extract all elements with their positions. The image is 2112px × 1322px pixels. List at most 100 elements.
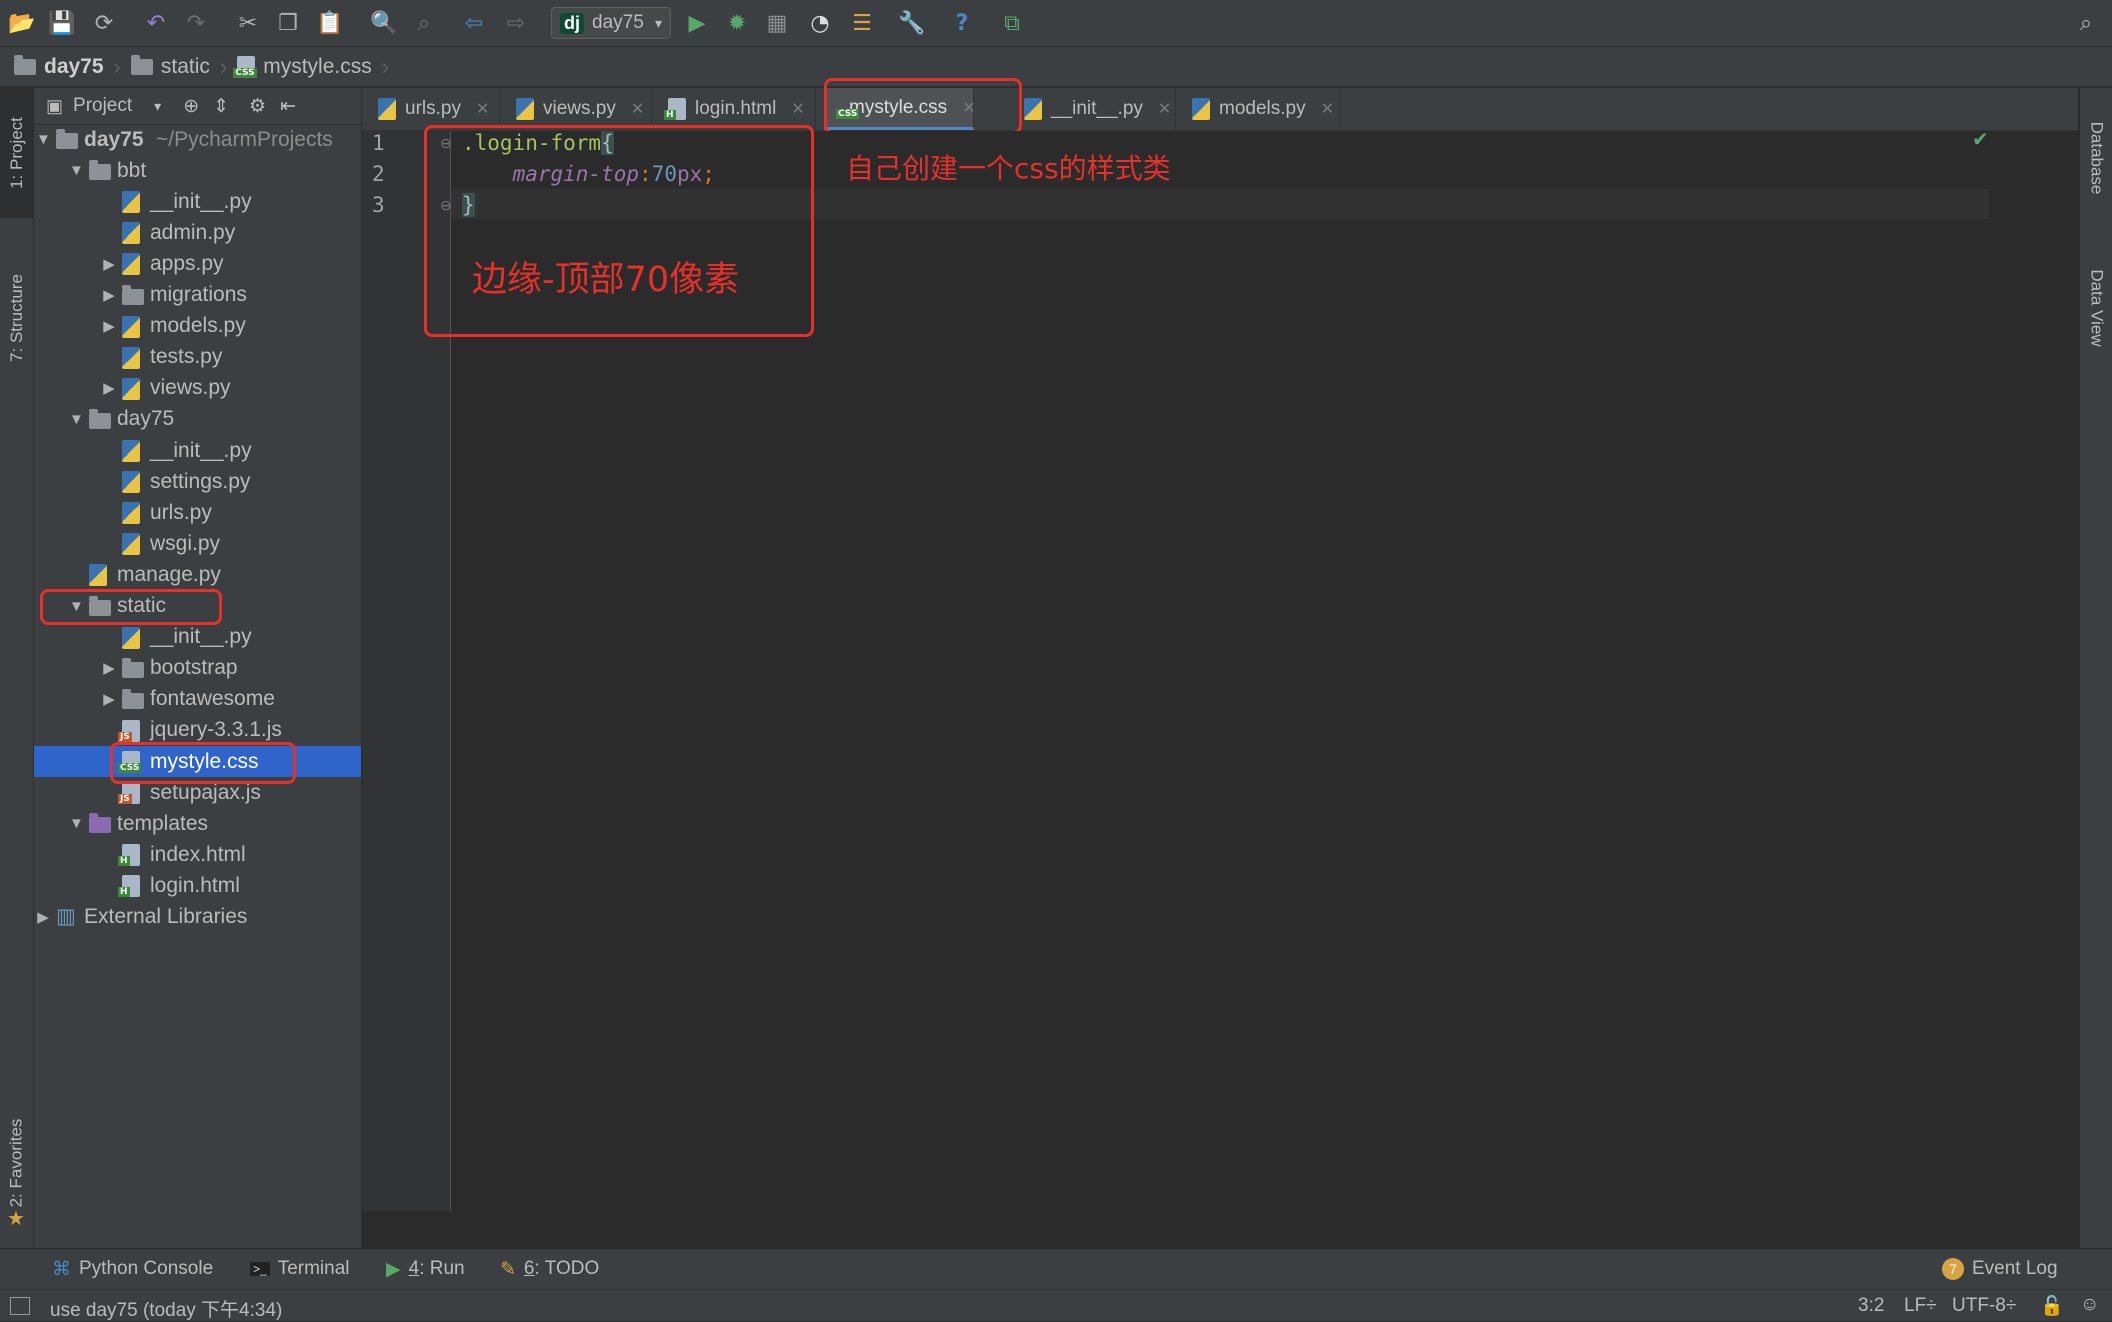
collapse-arrow-icon[interactable]: ▶ bbox=[102, 317, 116, 335]
tree-item[interactable]: ▶ fontawesome bbox=[34, 684, 361, 715]
breadcrumb-item-project[interactable]: day75 bbox=[14, 54, 114, 79]
close-icon[interactable]: ✕ bbox=[791, 99, 804, 119]
save-icon[interactable]: 💾 bbox=[48, 9, 76, 37]
close-icon[interactable]: ✕ bbox=[1158, 99, 1171, 119]
paste-icon[interactable]: 📋 bbox=[316, 9, 344, 37]
collapse-arrow-icon[interactable]: ▶ bbox=[102, 659, 116, 677]
html-file-icon: H bbox=[118, 875, 140, 898]
tree-item[interactable]: wsgi.py bbox=[34, 528, 361, 559]
tree-item[interactable]: urls.py bbox=[34, 497, 361, 528]
expand-arrow-icon[interactable]: ▼ bbox=[69, 162, 84, 179]
tree-item-label: login.html bbox=[150, 873, 240, 897]
gear-icon[interactable]: ⚙ bbox=[249, 95, 266, 118]
tree-item[interactable]: Hlogin.html bbox=[34, 870, 361, 901]
tree-item[interactable]: __init__.py bbox=[34, 622, 361, 653]
tree-item-label: External Libraries bbox=[84, 905, 248, 928]
python-console-button[interactable]: ⌘ Python Console bbox=[52, 1249, 213, 1289]
collapse-all-icon[interactable]: ⇕ bbox=[213, 95, 229, 118]
tree-item-label: fontawesome bbox=[150, 687, 275, 711]
tree-item[interactable]: ▼ day75 ~/PycharmProjects bbox=[34, 124, 361, 155]
close-icon[interactable]: ✕ bbox=[631, 99, 644, 119]
expand-arrow-icon[interactable]: ▼ bbox=[36, 131, 51, 148]
tree-item-label: models.py bbox=[150, 314, 246, 338]
close-icon[interactable]: ✕ bbox=[1321, 99, 1334, 119]
encoding-select[interactable]: UTF-8÷ bbox=[1952, 1295, 2016, 1317]
chevron-down-icon[interactable]: ▾ bbox=[154, 98, 161, 115]
collapse-arrow-icon[interactable]: ▶ bbox=[102, 690, 116, 708]
tree-item[interactable]: ▶ migrations bbox=[34, 280, 361, 311]
tab-data-view-tool[interactable]: Data View bbox=[2080, 238, 2112, 378]
tree-item[interactable]: settings.py bbox=[34, 466, 361, 497]
find-icon[interactable]: 🔍 bbox=[370, 9, 398, 37]
line-number: 1 bbox=[372, 131, 385, 155]
run-tool-button[interactable]: ▶ 4: Run bbox=[386, 1249, 465, 1289]
search-icon[interactable]: ⌕ bbox=[2072, 9, 2100, 37]
help-icon[interactable]: ? bbox=[948, 9, 976, 37]
tree-item[interactable]: manage.py bbox=[34, 559, 361, 590]
tree-item[interactable]: ▶ bootstrap bbox=[34, 653, 361, 684]
tab-urls-py[interactable]: urls.py ✕ bbox=[362, 88, 500, 130]
annotation-top-note: 自己创建一个css的样式类 bbox=[846, 152, 1171, 185]
open-folder-icon[interactable]: 📂 bbox=[8, 9, 36, 37]
locate-file-icon[interactable]: ⊕ bbox=[183, 95, 199, 118]
forward-icon[interactable]: ⇨ bbox=[502, 9, 530, 37]
caret-position[interactable]: 3:2 bbox=[1858, 1295, 1884, 1317]
tab-views-py[interactable]: views.py ✕ bbox=[500, 88, 652, 130]
close-icon[interactable]: ✕ bbox=[476, 99, 489, 119]
tree-item[interactable]: ▼ templates bbox=[34, 808, 361, 839]
tab-models-py[interactable]: models.py ✕ bbox=[1176, 88, 1340, 130]
collapse-arrow-icon[interactable]: ▶ bbox=[102, 379, 116, 397]
profile-icon[interactable]: ◔ bbox=[806, 9, 834, 37]
tree-item[interactable]: ▶ ▥ External Libraries bbox=[34, 902, 361, 933]
inspector-icon[interactable]: ☺ bbox=[2080, 1294, 2099, 1316]
tree-item[interactable]: Hindex.html bbox=[34, 839, 361, 870]
collapse-arrow-icon[interactable]: ▶ bbox=[36, 908, 50, 926]
tree-item[interactable]: ▶ models.py bbox=[34, 311, 361, 342]
collapse-arrow-icon[interactable]: ▶ bbox=[102, 286, 116, 304]
expand-arrow-icon[interactable]: ▼ bbox=[69, 815, 84, 832]
terminal-button[interactable]: >_ Terminal bbox=[250, 1249, 350, 1289]
project-view-select[interactable]: Project bbox=[73, 95, 132, 117]
tool-window-bar: ⌘ Python Console >_ Terminal ▶ 4: Run ✎ … bbox=[0, 1248, 2112, 1289]
tree-item-label: setupajax.js bbox=[150, 780, 261, 804]
hide-panel-icon[interactable]: ⇤ bbox=[280, 95, 296, 118]
copy-icon[interactable]: ❐ bbox=[274, 9, 302, 37]
tab-project-tool[interactable]: 1: Project bbox=[0, 88, 33, 218]
line-separator-select[interactable]: LF÷ bbox=[1904, 1295, 1937, 1317]
redo-icon[interactable]: ↷ bbox=[182, 9, 210, 37]
cut-icon[interactable]: ✂ bbox=[234, 9, 262, 37]
lock-icon[interactable]: 🔓 bbox=[2040, 1294, 2064, 1318]
find-usages-icon[interactable]: ⌕ bbox=[410, 9, 438, 37]
code-editor[interactable]: 1 2 3 ⊖ ⊖ .login-form{ margin-top:70px; … bbox=[362, 125, 2078, 1211]
tree-item[interactable]: ▼ bbt bbox=[34, 155, 361, 186]
undo-icon[interactable]: ↶ bbox=[142, 9, 170, 37]
tree-item[interactable]: ▼ day75 bbox=[34, 404, 361, 435]
back-icon[interactable]: ⇦ bbox=[460, 9, 488, 37]
tab-structure-tool[interactable]: 7: Structure bbox=[0, 238, 33, 398]
breadcrumb-item-file[interactable]: CSS mystyle.css bbox=[233, 55, 382, 79]
coverage-icon[interactable]: ▦ bbox=[763, 9, 791, 37]
tree-item[interactable]: ▶ views.py bbox=[34, 373, 361, 404]
collapse-arrow-icon[interactable]: ▶ bbox=[102, 255, 116, 273]
tree-item[interactable]: ▶ apps.py bbox=[34, 248, 361, 279]
sync-icon[interactable]: ⟳ bbox=[90, 9, 118, 37]
tab-database-tool[interactable]: Database bbox=[2080, 98, 2112, 218]
debug-icon[interactable]: ✹ bbox=[723, 9, 751, 37]
tab-init-py[interactable]: __init__.py ✕ bbox=[1008, 88, 1176, 130]
expand-arrow-icon[interactable]: ▼ bbox=[69, 411, 84, 428]
event-log-button[interactable]: 7 Event Log bbox=[1942, 1249, 2058, 1289]
tree-item[interactable]: __init__.py bbox=[34, 435, 361, 466]
run-icon[interactable]: ▶ bbox=[683, 9, 711, 37]
python-file-icon bbox=[122, 191, 140, 214]
tree-item[interactable]: __init__.py bbox=[34, 186, 361, 217]
tasks-icon[interactable]: ☰ bbox=[848, 9, 876, 37]
run-configuration-select[interactable]: dj day75 ▾ bbox=[551, 7, 671, 39]
breadcrumb-item-folder[interactable]: static bbox=[130, 54, 220, 79]
toggle-tool-windows-icon[interactable] bbox=[10, 1297, 30, 1315]
todo-button[interactable]: ✎ 6: TODO bbox=[500, 1249, 599, 1289]
vcs-icon[interactable]: ⧉ bbox=[998, 9, 1026, 37]
tab-login-html[interactable]: H login.html ✕ bbox=[652, 88, 816, 130]
settings-icon[interactable]: 🔧 bbox=[898, 9, 926, 37]
tree-item[interactable]: admin.py bbox=[34, 217, 361, 248]
tree-item[interactable]: tests.py bbox=[34, 342, 361, 373]
